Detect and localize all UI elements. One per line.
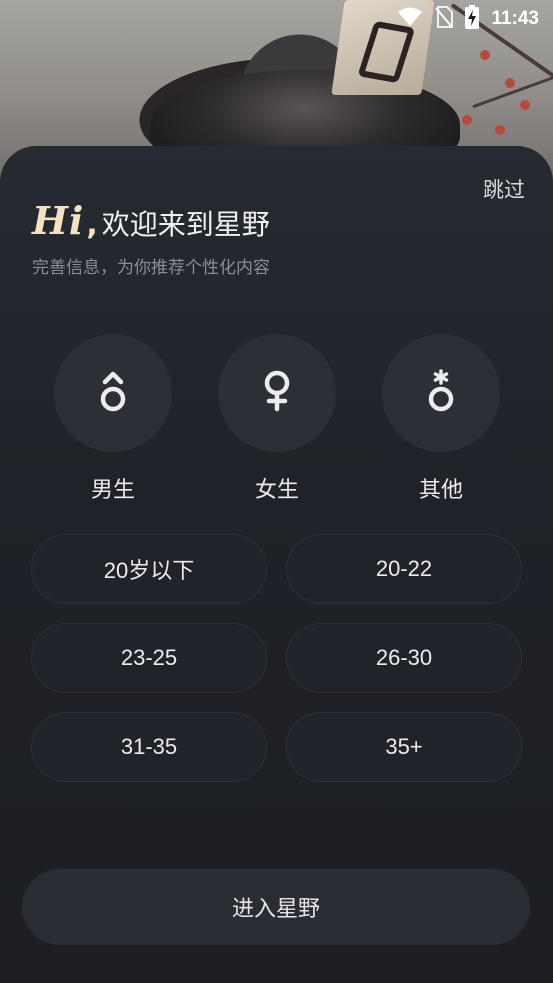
age-option-31-35[interactable]: 31-35	[31, 712, 267, 782]
status-clock: 11:43	[491, 8, 539, 29]
male-icon	[98, 369, 128, 417]
age-option-35-plus[interactable]: 35+	[286, 712, 522, 782]
status-bar: 11:43	[0, 0, 553, 38]
other-gender-icon	[426, 369, 456, 417]
gender-option-other[interactable]: 其他	[381, 334, 501, 504]
battery-charging-icon	[465, 5, 480, 33]
onboarding-sheet: 跳过 Hi , 欢迎来到星野 完善信息，为你推荐个性化内容 男生 女生 其他 2…	[0, 146, 553, 983]
page-subtitle: 完善信息，为你推荐个性化内容	[32, 258, 270, 278]
female-icon	[262, 369, 292, 417]
age-option-26-30[interactable]: 26-30	[286, 623, 522, 693]
gender-label-female: 女生	[254, 478, 299, 503]
gender-label-male: 男生	[90, 478, 135, 503]
gender-circle[interactable]	[54, 334, 172, 452]
greeting: Hi , 欢迎来到星野	[32, 198, 270, 243]
skip-button[interactable]: 跳过	[483, 174, 525, 204]
age-option-20-22[interactable]: 20-22	[286, 534, 522, 604]
gender-circle[interactable]	[218, 334, 336, 452]
page-title: 欢迎来到星野	[101, 208, 270, 241]
greeting-comma: ,	[86, 207, 98, 242]
gender-option-female[interactable]: 女生	[217, 334, 337, 504]
age-option-23-25[interactable]: 23-25	[31, 623, 267, 693]
enter-button[interactable]: 进入星野	[22, 869, 530, 945]
no-sim-icon	[435, 6, 454, 32]
age-option-under-20[interactable]: 20岁以下	[31, 534, 267, 604]
gender-circle[interactable]	[382, 334, 500, 452]
gender-option-male[interactable]: 男生	[53, 334, 173, 504]
hi-logo-text: Hi	[32, 198, 85, 243]
gender-label-other: 其他	[418, 478, 463, 503]
wifi-icon	[397, 7, 423, 31]
